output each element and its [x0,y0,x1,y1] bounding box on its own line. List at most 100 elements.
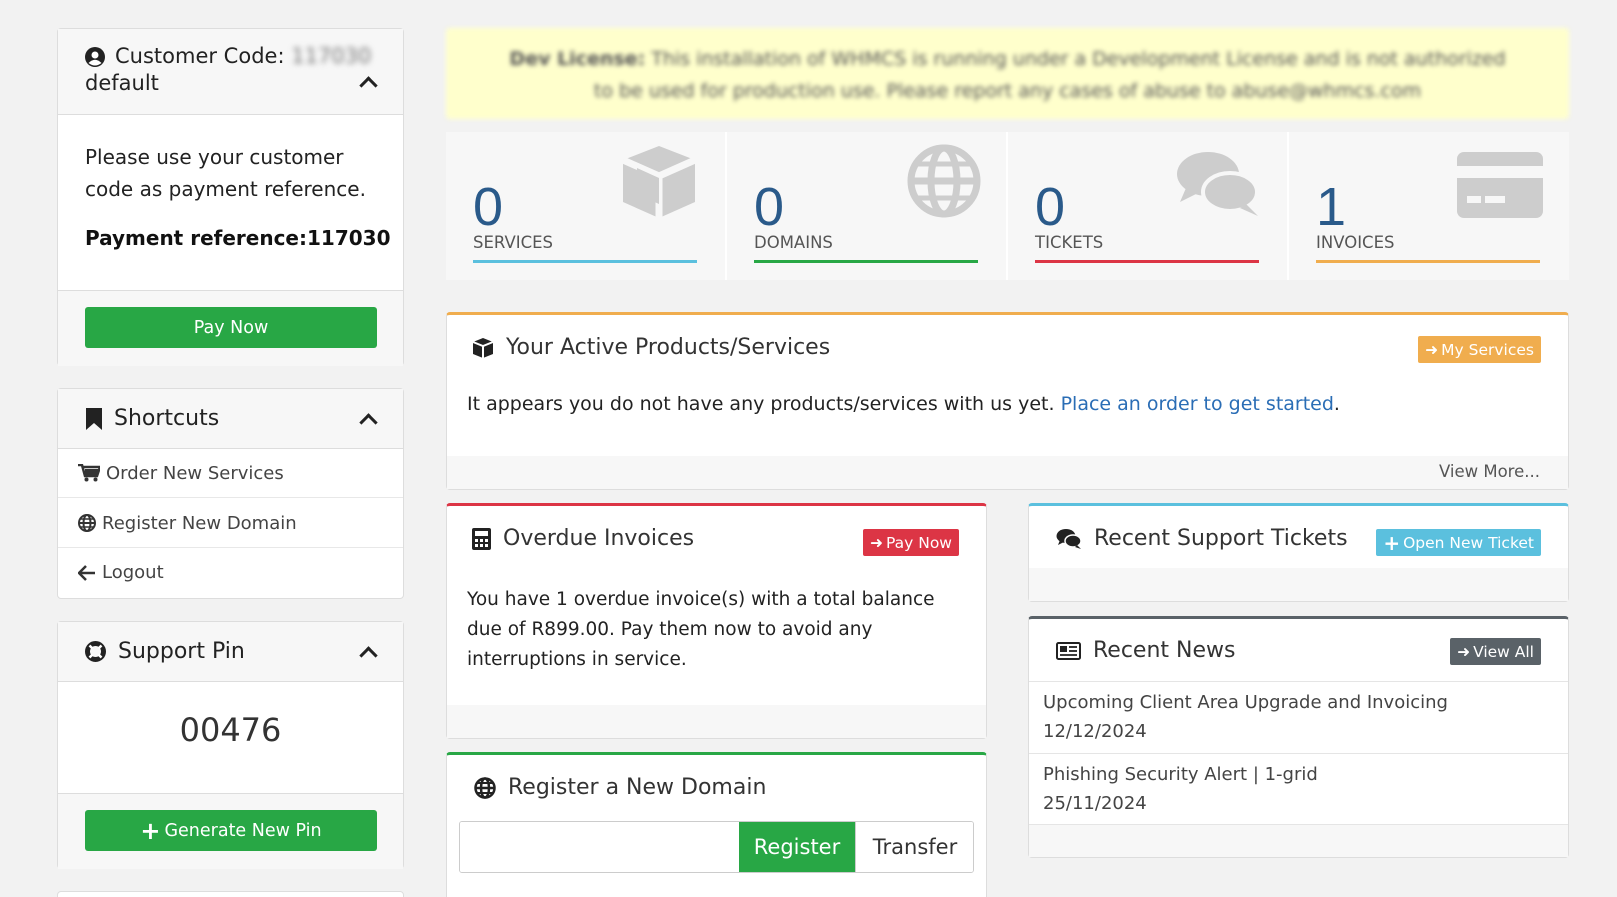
shortcut-order-new-services[interactable]: Order New Services [58,449,403,498]
stat-services[interactable]: 0 SERVICES [446,132,726,280]
view-more-link[interactable]: View More... [1439,462,1540,481]
overdue-invoices-title-text: Overdue Invoices [503,526,695,551]
active-products-message-text: It appears you do not have any products/… [467,393,1055,415]
bookmark-icon [86,408,102,430]
support-pin-title: Support Pin [118,639,245,664]
cube-icon [472,337,494,359]
customer-code-value: 117030 [291,44,372,68]
news-item[interactable]: Upcoming Client Area Upgrade and Invoici… [1029,681,1568,753]
cart-icon [78,464,100,482]
shortcuts-header[interactable]: Shortcuts [58,389,403,449]
chevron-up-icon[interactable] [359,76,378,95]
domain-search-input[interactable] [460,822,739,872]
customer-code-label: Customer Code: [115,44,285,68]
open-new-ticket-button[interactable]: + Open New Ticket [1376,529,1541,556]
stat-domains[interactable]: 0 DOMAINS [727,132,1007,280]
arrow-left-icon [78,564,96,581]
recent-tickets-title: Recent Support Tickets [1056,526,1348,551]
customer-code-panel: Customer Code: 117030 default Please use… [57,28,404,366]
news-item-date: 25/11/2024 [1043,793,1147,814]
chevron-up-icon[interactable] [359,413,378,432]
stat-label: SERVICES [473,233,554,252]
news-item-title: Upcoming Client Area Upgrade and Invoici… [1043,692,1448,713]
my-services-label: My Services [1441,340,1534,359]
view-all-button[interactable]: ➜ View All [1450,638,1541,665]
active-products-message: It appears you do not have any products/… [467,393,1340,415]
shortcut-label: Logout [102,562,164,583]
generate-new-pin-button[interactable]: + Generate New Pin [85,810,377,851]
stat-bar [1316,260,1540,263]
arrow-right-icon: ➜ [1457,642,1471,661]
news-item-title: Phishing Security Alert | 1-grid [1043,764,1318,785]
overdue-invoices-title: Overdue Invoices [472,526,694,551]
comments-icon [1174,148,1262,222]
credit-card-icon [1457,152,1543,222]
news-item[interactable]: Phishing Security Alert | 1-grid 25/11/2… [1029,753,1568,824]
stat-bar [754,260,978,263]
stat-invoices[interactable]: 1 INVOICES [1289,132,1569,280]
overdue-invoices-card: Overdue Invoices ➜ Pay Now You have 1 ov… [446,503,987,739]
pay-now-label: Pay Now [885,533,952,552]
stat-label: DOMAINS [754,233,833,252]
stat-tickets[interactable]: 0 TICKETS [1008,132,1288,280]
shortcuts-title: Shortcuts [114,406,220,431]
arrow-right-icon: ➜ [869,533,883,552]
recent-tickets-card: Recent Support Tickets + Open New Ticket [1028,503,1569,602]
recent-news-footer [1029,824,1568,857]
customer-code-header[interactable]: Customer Code: 117030 default [58,29,403,115]
recent-news-title: Recent News [1056,638,1235,663]
pay-now-badge-button[interactable]: ➜ Pay Now [862,529,959,556]
view-all-label: View All [1473,642,1534,661]
plus-icon: + [1383,530,1401,555]
stat-value: 0 [473,177,504,237]
comments-icon [1056,528,1082,549]
support-pin-value: 00476 [179,711,282,749]
sidebar-partial-panel [57,891,404,897]
calculator-icon [472,527,491,550]
shortcut-label: Order New Services [106,462,284,484]
pay-now-button[interactable]: Pay Now [85,307,377,348]
newspaper-icon [1056,641,1081,660]
support-pin-header[interactable]: Support Pin [58,622,403,682]
news-item-date: 12/12/2024 [1043,721,1147,742]
stat-label: TICKETS [1035,233,1104,252]
life-ring-icon [85,641,106,662]
dev-license-label: Dev License: [509,48,646,70]
customer-code-message: Please use your customer code as payment… [85,145,366,201]
globe-icon [78,514,96,532]
stat-bar [1035,260,1259,263]
stat-value: 0 [1035,177,1066,237]
arrow-right-icon: ➜ [1425,340,1439,359]
my-services-button[interactable]: ➜ My Services [1418,336,1541,363]
active-products-footer: View More... [447,456,1568,489]
register-button[interactable]: Register [739,822,855,872]
open-new-ticket-label: Open New Ticket [1403,533,1534,552]
shortcuts-panel: Shortcuts Order New Services Register Ne… [57,388,404,599]
globe-icon [474,776,496,799]
generate-new-pin-label: Generate New Pin [164,820,322,841]
register-domain-title: Register a New Domain [474,775,766,800]
support-pin-panel: Support Pin 00476 + Generate New Pin [57,621,404,869]
recent-tickets-footer [1029,568,1568,601]
transfer-button[interactable]: Transfer [855,822,973,872]
register-domain-card: Register a New Domain Register Transfer [446,752,987,897]
recent-tickets-title-text: Recent Support Tickets [1094,526,1348,551]
shortcut-logout[interactable]: Logout [58,548,403,597]
shortcut-register-new-domain[interactable]: Register New Domain [58,499,403,548]
active-products-title: Your Active Products/Services [472,335,830,360]
user-circle-icon [85,47,105,67]
place-order-link[interactable]: Place an order to get started [1061,393,1334,415]
register-domain-title-text: Register a New Domain [508,775,767,800]
dev-license-text: This installation of WHMCS is running un… [593,48,1506,102]
stat-label: INVOICES [1316,233,1395,252]
shortcut-label: Register New Domain [102,512,297,534]
overdue-invoices-message: You have 1 overdue invoice(s) with a tot… [467,589,935,670]
active-products-title-text: Your Active Products/Services [506,335,831,360]
recent-news-card: Recent News ➜ View All Upcoming Client A… [1028,616,1569,858]
plus-icon: + [140,816,161,845]
chevron-up-icon[interactable] [359,646,378,665]
active-products-card: Your Active Products/Services ➜ My Servi… [446,312,1569,490]
domain-search-group: Register Transfer [459,821,974,873]
stat-bar [473,260,697,263]
recent-news-title-text: Recent News [1093,638,1236,663]
